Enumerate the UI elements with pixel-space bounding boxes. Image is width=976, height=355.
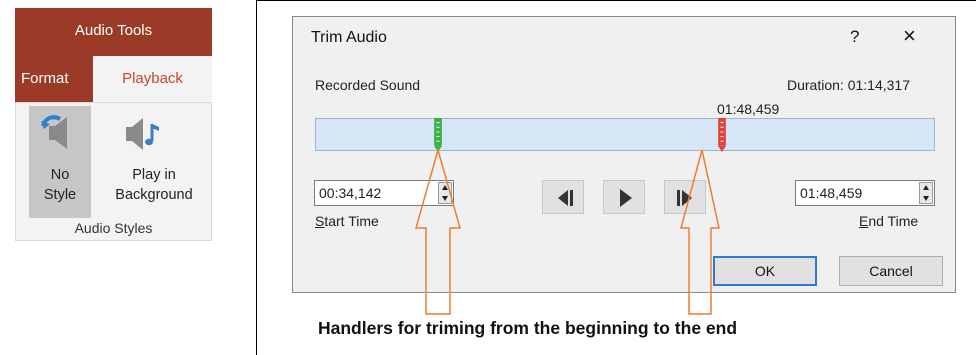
audio-styles-group-label: Audio Styles	[74, 220, 153, 236]
end-time-label: End Time	[859, 213, 919, 229]
start-trim-handle[interactable]	[433, 118, 443, 152]
audio-tools-header: Audio Tools	[15, 8, 212, 56]
annotation-caption: Handlers for triming from the beginning …	[318, 318, 738, 338]
end-handle-arrow	[680, 149, 720, 315]
start-time-label: Start Time	[315, 213, 379, 229]
speaker-note-icon[interactable]	[122, 114, 162, 154]
table-top-border	[256, 0, 976, 1]
dialog-title: Trim Audio	[311, 29, 387, 46]
end-trim-handle[interactable]	[717, 118, 727, 152]
speaker-undo-icon	[41, 115, 67, 149]
ribbon-panel: Audio Tools Format Playback No Style Pla…	[15, 8, 212, 241]
table-column-divider	[256, 0, 257, 355]
cancel-button[interactable]: Cancel	[839, 256, 943, 286]
audio-timeline-track[interactable]	[315, 118, 935, 151]
play-in-background-button[interactable]: Play in Background	[99, 165, 209, 205]
help-button[interactable]: ?	[850, 27, 859, 47]
tab-playback[interactable]: Playback	[93, 56, 212, 102]
tab-format[interactable]: Format	[15, 56, 93, 102]
sound-name-label: Recorded Sound	[315, 77, 421, 93]
end-marker-time-label: 01:48,459	[717, 101, 780, 117]
close-icon[interactable]: ×	[903, 23, 916, 49]
end-time-spinner[interactable]	[919, 182, 933, 204]
annotation-arrows	[415, 148, 720, 315]
duration-label: Duration: 01:14,317	[787, 77, 910, 93]
end-time-input[interactable]: 01:48,459	[795, 180, 935, 206]
no-style-label: No Style	[43, 167, 77, 203]
start-handle-arrow	[415, 148, 461, 315]
